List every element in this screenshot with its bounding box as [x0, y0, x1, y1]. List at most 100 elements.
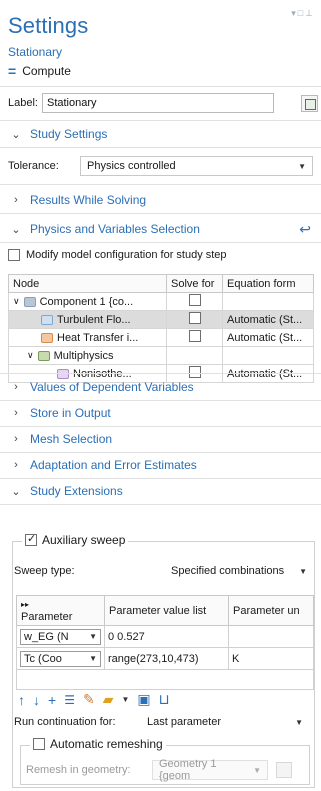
- modify-model-checkbox[interactable]: [8, 249, 20, 261]
- label-row: Label:: [8, 93, 274, 113]
- table-row[interactable]: w_EG (N ▼ 0 0.527: [16, 625, 314, 648]
- remesh-geometry-row: Remesh in geometry: Geometry 1 {geom ▼: [26, 758, 292, 782]
- parameter-toolbar: ↑ ↓ + ☰ ✎ ▰ ▼ ▣ ⊔: [18, 691, 170, 708]
- tolerance-row: Tolerance: Physics controlled ▼: [8, 156, 313, 176]
- modify-model-row[interactable]: Modify model configuration for study ste…: [8, 249, 227, 261]
- multiphysics-icon: [37, 350, 50, 361]
- auto-remesh-checkbox[interactable]: [33, 738, 45, 750]
- chevron-down-icon[interactable]: ∨: [13, 296, 20, 307]
- parameter-value-cell[interactable]: range(273,10,473): [104, 647, 229, 670]
- auxiliary-sweep-checkbox[interactable]: [25, 532, 37, 546]
- label-caption: Label:: [8, 97, 38, 109]
- chevron-down-icon: ▼: [299, 566, 307, 576]
- section-adaptation[interactable]: › Adaptation and Error Estimates: [0, 454, 321, 476]
- column-header: Solve for: [166, 274, 223, 293]
- window-controls[interactable]: ▾□⊥: [291, 8, 315, 19]
- label-input[interactable]: [41, 93, 274, 113]
- group-border: [158, 745, 310, 746]
- chevron-right-icon: ›: [14, 407, 18, 419]
- divider: [0, 213, 321, 214]
- clear-icon[interactable]: ✎: [83, 691, 95, 708]
- section-store-output[interactable]: › Store in Output: [0, 402, 321, 424]
- range-icon[interactable]: ☰: [64, 693, 75, 707]
- table-row[interactable]: Tc (Coo ▼ range(273,10,473) K: [16, 647, 314, 670]
- label-reset-icon[interactable]: [301, 95, 318, 112]
- sweep-type-label: Sweep type:: [14, 565, 75, 577]
- parameter-unit-cell[interactable]: K: [228, 647, 314, 670]
- go-to-geometry-icon[interactable]: [276, 762, 292, 778]
- divider: [0, 452, 321, 453]
- divider: [0, 400, 321, 401]
- node-table: Node Solve for Equation form ∨ Component…: [8, 274, 314, 383]
- table-row[interactable]: Heat Transfer i... Automatic (St...: [8, 328, 314, 347]
- table-row[interactable]: Turbulent Flo... Automatic (St...: [8, 310, 314, 329]
- tolerance-label: Tolerance:: [8, 160, 59, 172]
- load-icon[interactable]: ▰: [103, 691, 114, 708]
- divider: [0, 426, 321, 427]
- move-down-icon[interactable]: ↓: [33, 692, 40, 708]
- section-values-dependent[interactable]: › Values of Dependent Variables: [0, 376, 321, 398]
- divider: [0, 373, 321, 374]
- chevron-down-icon[interactable]: ∨: [27, 350, 34, 361]
- panel-title: Settings: [8, 13, 89, 38]
- expand-all-icon[interactable]: ▸▸: [21, 599, 100, 611]
- reset-icon[interactable]: ↩: [299, 221, 311, 238]
- solve-for-checkbox[interactable]: [188, 294, 201, 306]
- compute-icon: =: [8, 63, 17, 79]
- run-continuation-select[interactable]: Last parameter ▼: [140, 712, 310, 732]
- solve-for-checkbox[interactable]: [188, 330, 201, 342]
- parameter-select[interactable]: Tc (Coo ▼: [20, 650, 101, 667]
- run-continuation-row: Run continuation for: Last parameter ▼: [14, 712, 310, 732]
- plot-icon[interactable]: ⊔: [159, 691, 170, 708]
- auxiliary-sweep-toggle[interactable]: Auxiliary sweep: [22, 532, 129, 547]
- tolerance-select[interactable]: Physics controlled ▼: [80, 156, 313, 176]
- divider: [0, 478, 321, 479]
- solve-for-checkbox[interactable]: [188, 312, 201, 324]
- remesh-geometry-select[interactable]: Geometry 1 {geom ▼: [152, 758, 268, 782]
- heat-transfer-icon: [41, 332, 53, 343]
- auto-remesh-toggle[interactable]: Automatic remeshing: [30, 737, 166, 751]
- divider: [0, 504, 321, 505]
- pin-icon[interactable]: ⊥: [305, 8, 315, 18]
- parameter-unit-cell[interactable]: [228, 625, 314, 648]
- parameter-table: ▸▸ Parameter Parameter value list Parame…: [16, 595, 314, 690]
- parameter-select[interactable]: w_EG (N ▼: [20, 628, 101, 645]
- chevron-down-icon[interactable]: ▼: [121, 695, 129, 704]
- chevron-down-icon: ▼: [298, 161, 306, 171]
- divider: [0, 184, 321, 185]
- chevron-right-icon: ›: [14, 194, 18, 206]
- section-physics-variables[interactable]: ⌄ Physics and Variables Selection ↩: [0, 218, 321, 240]
- chevron-down-icon: ▼: [89, 632, 97, 641]
- divider: [0, 242, 321, 243]
- table-row[interactable]: ∨ Component 1 {co...: [8, 292, 314, 311]
- section-results-while-solving[interactable]: › Results While Solving: [0, 189, 321, 211]
- run-continuation-label: Run continuation for:: [14, 716, 116, 728]
- sweep-type-select[interactable]: Specified combinations ▼: [164, 561, 314, 581]
- save-icon[interactable]: ▣: [137, 691, 150, 708]
- table-row[interactable]: ∨ Multiphysics: [8, 346, 314, 365]
- add-icon[interactable]: +: [48, 692, 56, 708]
- compute-button[interactable]: = Compute: [8, 64, 71, 78]
- component-icon: [23, 296, 36, 307]
- empty-row: [16, 669, 314, 690]
- chevron-down-icon: ▼: [253, 765, 261, 775]
- group-border: [12, 541, 22, 542]
- modify-model-label: Modify model configuration for study ste…: [26, 249, 227, 261]
- chevron-down-icon: ▼: [295, 717, 303, 727]
- column-header: ▸▸ Parameter: [16, 595, 105, 626]
- chevron-right-icon: ›: [14, 433, 18, 445]
- divider: [0, 147, 321, 148]
- group-border: [20, 745, 30, 746]
- divider: [0, 86, 321, 87]
- parameter-value-cell[interactable]: 0 0.527: [104, 625, 229, 648]
- chevron-down-icon: ⌄: [11, 128, 21, 141]
- move-up-icon[interactable]: ↑: [18, 692, 25, 708]
- panel-subtitle: Stationary: [8, 45, 63, 59]
- section-mesh-selection[interactable]: › Mesh Selection: [0, 428, 321, 450]
- turbulent-flow-icon: [41, 314, 53, 325]
- section-study-extensions[interactable]: ⌄ Study Extensions: [0, 480, 321, 502]
- chevron-right-icon: ›: [14, 459, 18, 471]
- column-header: Node: [8, 274, 167, 293]
- section-study-settings[interactable]: ⌄ Study Settings: [0, 123, 321, 145]
- chevron-right-icon: ›: [14, 381, 18, 393]
